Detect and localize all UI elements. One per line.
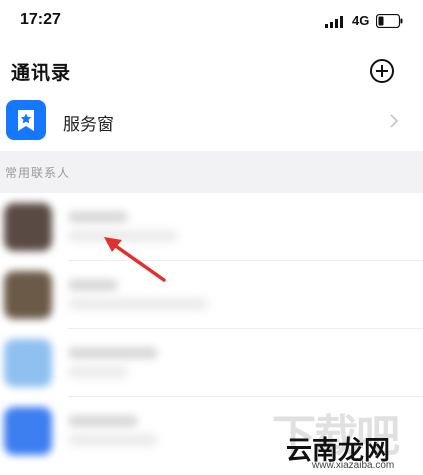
service-window-row[interactable]: 服务窗 (0, 94, 423, 148)
red-arrow-icon (104, 237, 166, 282)
contact-item[interactable] (0, 329, 423, 397)
blurred-subtitle (68, 435, 158, 445)
contact-item[interactable] (0, 193, 423, 261)
service-window-label: 服务窗 (63, 115, 114, 134)
watermark: 下载吧 云南龙网 www.xiazaiba.com (272, 400, 422, 475)
section-header: 常用联系人 (0, 151, 423, 193)
bookmark-star-icon (6, 100, 46, 140)
avatar (4, 203, 52, 251)
avatar (4, 407, 52, 455)
blurred-subtitle (68, 367, 128, 377)
chevron-right-icon (390, 114, 399, 128)
battery-icon (376, 14, 403, 28)
contact-item[interactable] (0, 261, 423, 329)
network-label: 4G (352, 13, 370, 28)
signal-bars-icon (325, 16, 343, 28)
status-time: 17:27 (20, 11, 61, 28)
avatar (4, 339, 52, 387)
section-label: 常用联系人 (5, 166, 71, 180)
status-bar: 17:27 4G (0, 0, 423, 44)
avatar (4, 271, 52, 319)
blurred-name (68, 415, 138, 427)
blurred-subtitle (68, 299, 208, 309)
blurred-name (68, 211, 128, 223)
plus-circle-icon[interactable] (369, 58, 395, 84)
page-title: 通讯录 (11, 63, 72, 84)
watermark-url: www.xiazaiba.com (312, 460, 395, 471)
blurred-name (68, 347, 158, 359)
